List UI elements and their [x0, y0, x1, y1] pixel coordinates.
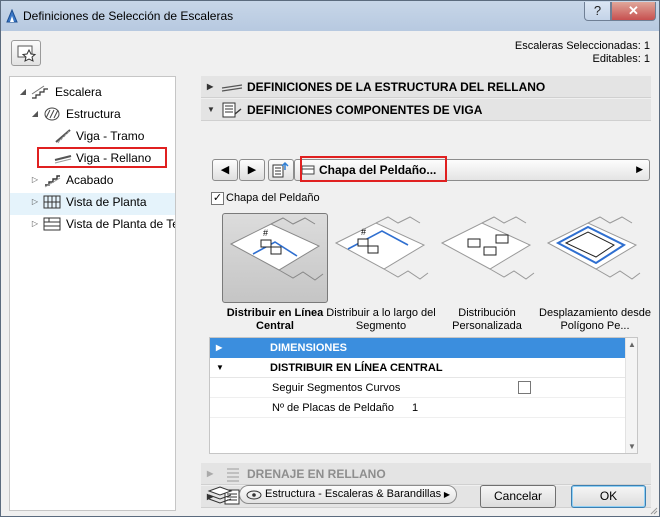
tree-item-red-highlight — [37, 147, 167, 168]
tree-item-acabado[interactable]: ▷ Acabado — [10, 170, 175, 190]
plate-count-value[interactable]: 1 — [412, 398, 418, 418]
property-label: Seguir Segmentos Curvos — [272, 382, 401, 394]
expanded-arrow-icon: ▼ — [207, 105, 215, 114]
scroll-up-icon[interactable]: ▲ — [626, 340, 637, 349]
tree-item-label: Estructura — [66, 107, 121, 121]
section-beam-components[interactable]: ▼ DEFINICIONES COMPONENTES DE VIGA — [201, 99, 651, 121]
component-info-button[interactable] — [268, 159, 294, 181]
collapsed-arrow-icon: ▶ — [207, 82, 214, 91]
tree-item-label: Escalera — [55, 85, 102, 99]
editable-count: Editables: 1 — [592, 53, 650, 65]
option-label-segment: Distribuir a lo largo del Segmento — [326, 307, 436, 332]
favorites-button[interactable] — [11, 40, 41, 66]
dropdown-arrow-icon: ▶ — [636, 164, 643, 174]
tree-expanded-arrow-icon[interactable]: ◢ — [18, 82, 28, 102]
tree-collapsed-arrow-icon[interactable]: ▷ — [30, 214, 40, 234]
archicad-app-icon — [6, 9, 18, 23]
beam-components-icon — [222, 102, 242, 118]
view-selector[interactable]: Estructura - Escaleras & Barandillas ▶ — [239, 485, 457, 504]
svg-text:#: # — [263, 228, 268, 238]
distribute-custom-icon — [440, 216, 535, 280]
ok-button[interactable]: OK — [571, 485, 646, 508]
close-button[interactable]: ✕ — [611, 2, 656, 21]
layer-stack-icon — [207, 486, 233, 504]
landing-structure-icon — [221, 84, 243, 92]
property-list: ▶ DIMENSIONES ▼ DISTRIBUIR EN LÍNEA CENT… — [209, 337, 638, 454]
settings-panel: ▶ DEFINICIONES DE LA ESTRUCTURA DEL RELL… — [201, 76, 652, 511]
component-list-icon — [272, 161, 289, 178]
distribute-segment-icon: # — [334, 216, 429, 280]
property-group-title: DIMENSIONES — [270, 342, 348, 354]
property-group-distribute[interactable]: ▼ DISTRIBUIR EN LÍNEA CENTRAL — [210, 358, 626, 378]
option-distribute-custom[interactable] — [434, 213, 540, 303]
cancel-button[interactable]: Cancelar — [480, 485, 556, 508]
option-label-centerline: Distribuir en Línea Central — [226, 307, 324, 332]
option-distribute-segment[interactable]: # — [328, 213, 434, 303]
scroll-down-icon[interactable]: ▼ — [626, 442, 637, 451]
next-component-button[interactable]: ▶ — [239, 159, 265, 181]
chapa-checkbox[interactable]: ✓ — [211, 192, 224, 205]
offset-polygon-icon — [546, 216, 641, 280]
property-row-follow-curves[interactable]: Seguir Segmentos Curvos — [210, 378, 626, 398]
drainage-icon — [227, 468, 239, 482]
tree-item-vista-planta[interactable]: ▷ Vista de Planta — [10, 192, 175, 212]
arrow-right-icon: ▶ — [247, 164, 257, 176]
selected-count: Escaleras Seleccionadas: 1 — [514, 40, 650, 52]
property-label: Nº de Placas de Peldaño — [272, 402, 395, 414]
tree-item-label: Vista de Planta de Tec — [66, 217, 176, 231]
tree-item-label: Acabado — [66, 173, 114, 187]
title-bar[interactable]: Definiciones de Selección de Escaleras ?… — [1, 1, 659, 31]
view-selector-label: Estructura - Escaleras & Barandillas — [265, 488, 442, 500]
section-title: DEFINICIONES DE LA ESTRUCTURA DEL RELLAN… — [247, 80, 546, 94]
tree-item-viga-tramo[interactable]: Viga - Tramo — [10, 126, 175, 146]
tree-item-label: Vista de Planta — [66, 195, 147, 209]
follow-curves-checkbox[interactable] — [518, 381, 531, 394]
favorites-star-icon — [17, 45, 37, 62]
option-offset-polygon[interactable] — [540, 213, 646, 303]
property-group-dimensions[interactable]: ▶ DIMENSIONES — [210, 338, 626, 358]
stair-icon — [31, 85, 48, 99]
tree-item-escalera[interactable]: ◢ Escalera — [10, 82, 175, 102]
window-title: Definiciones de Selección de Escaleras — [23, 9, 234, 23]
eye-icon — [246, 490, 262, 500]
tree-collapsed-arrow-icon[interactable]: ▷ — [30, 192, 40, 212]
tree-expanded-arrow-icon[interactable]: ◢ — [30, 104, 40, 124]
option-distribute-centerline[interactable]: # — [222, 213, 328, 303]
checkmark-icon: ✓ — [212, 192, 223, 204]
structure-icon — [44, 107, 60, 121]
section-title: DEFINICIONES COMPONENTES DE VIGA — [247, 103, 483, 117]
selection-info: Escaleras Seleccionadas: 1 Editables: 1 — [515, 40, 650, 66]
help-button[interactable]: ? — [584, 2, 611, 21]
component-red-highlight — [300, 156, 447, 182]
tree-item-estructura[interactable]: ◢ Estructura — [10, 104, 175, 124]
view-selector-arrow-icon: ▶ — [443, 490, 450, 499]
expanded-arrow-icon: ▼ — [216, 363, 224, 372]
resize-grip-icon[interactable] — [648, 505, 658, 515]
tree-item-label: Viga - Tramo — [76, 129, 145, 143]
chapa-checkbox-label: Chapa del Peldaño — [226, 192, 320, 204]
dialog-window: Definiciones de Selección de Escaleras ?… — [0, 0, 660, 517]
section-landing-structure[interactable]: ▶ DEFINICIONES DE LA ESTRUCTURA DEL RELL… — [201, 76, 651, 98]
settings-tree: ◢ Escalera ◢ Estructura Viga - Tramo Vig… — [9, 76, 176, 511]
dialog-content: Escaleras Seleccionadas: 1 Editables: 1 … — [8, 31, 652, 511]
beam-flight-icon — [55, 129, 71, 144]
floorplan-icon — [43, 195, 61, 209]
ceiling-plan-icon — [43, 217, 61, 231]
property-row-plate-count[interactable]: Nº de Placas de Peldaño 1 — [210, 398, 626, 418]
finish-icon — [44, 175, 61, 188]
arrow-left-icon: ◀ — [220, 164, 230, 176]
tree-item-vista-planta-techo[interactable]: ▷ Vista de Planta de Tec — [10, 214, 175, 234]
property-group-title: DISTRIBUIR EN LÍNEA CENTRAL — [270, 362, 443, 374]
distribute-centerline-icon: # — [229, 217, 324, 281]
tree-collapsed-arrow-icon[interactable]: ▷ — [30, 170, 40, 190]
svg-text:#: # — [361, 227, 366, 237]
option-label-offset: Desplazamiento desde Polígono Pe... — [539, 307, 651, 332]
dialog-footer: Estructura - Escaleras & Barandillas ▶ C… — [201, 482, 652, 512]
property-scrollbar[interactable]: ▲ ▼ — [625, 338, 637, 453]
previous-component-button[interactable]: ◀ — [212, 159, 238, 181]
collapsed-arrow-icon: ▶ — [216, 343, 223, 352]
option-label-custom: Distribución Personalizada — [452, 307, 522, 332]
